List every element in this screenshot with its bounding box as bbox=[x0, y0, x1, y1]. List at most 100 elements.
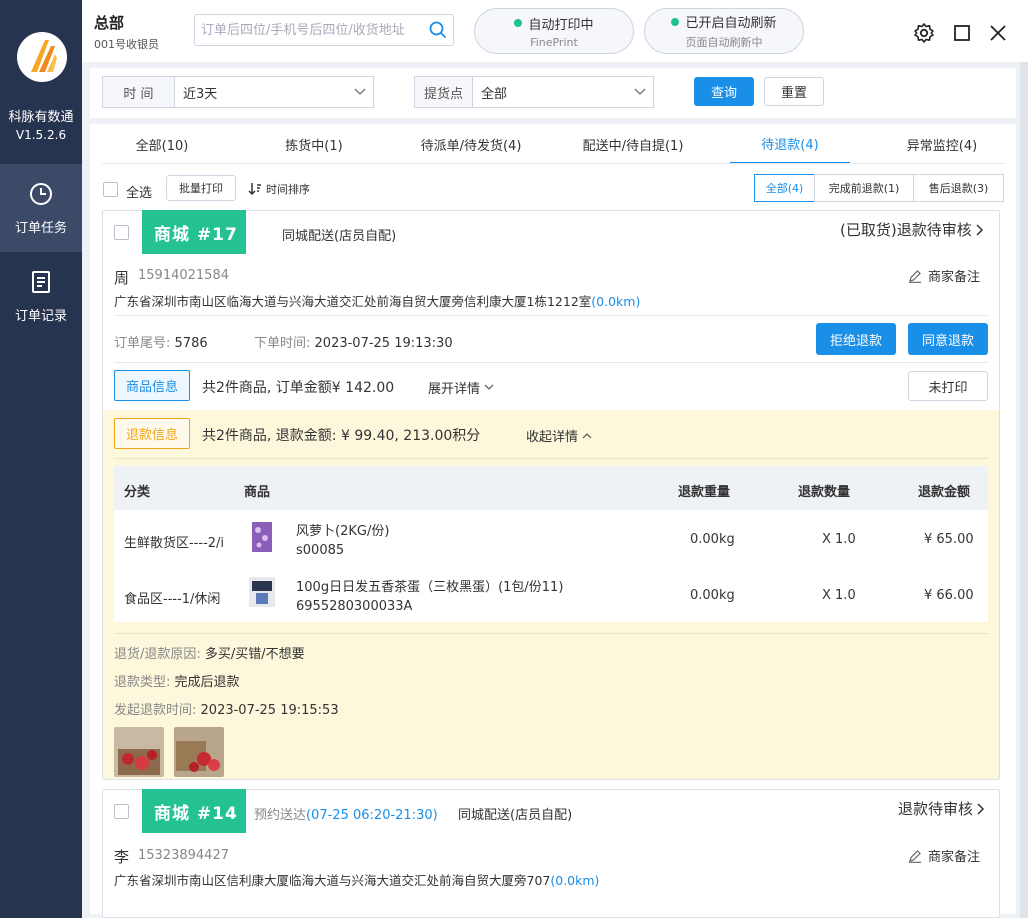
order-checkbox[interactable] bbox=[114, 804, 129, 819]
goods-info-tag: 商品信息 bbox=[114, 370, 190, 401]
customer-address: 广东省深圳市南山区信利康大厦临海大道与兴海大道交汇处前海自贸大厦旁707(0.0… bbox=[114, 870, 599, 889]
divider bbox=[114, 315, 988, 316]
product-image-icon bbox=[252, 522, 272, 552]
settings-button[interactable] bbox=[913, 22, 935, 44]
tab-delivering[interactable]: 配送中/待自提(1) bbox=[568, 124, 698, 164]
th-amount: 退款金额 bbox=[918, 485, 971, 500]
expand-details-button[interactable]: 展开详情 bbox=[428, 378, 494, 397]
refund-info-tag: 退款信息 bbox=[114, 418, 190, 449]
time-sort-button[interactable]: 时间排序 bbox=[248, 181, 310, 197]
merchant-note-label: 商家备注 bbox=[928, 270, 981, 285]
refund-summary: 共2件商品, 退款金额: ¥ 99.40, 213.00积分 bbox=[202, 428, 481, 444]
pickup-filter-label: 提货点 bbox=[415, 77, 473, 107]
merchant-note-button[interactable]: 商家备注 bbox=[908, 266, 980, 285]
tab-dispatch[interactable]: 待派单/待发货(4) bbox=[406, 124, 536, 164]
close-icon bbox=[990, 25, 1006, 41]
window-edge bbox=[1020, 62, 1028, 918]
order-badge: 商城 #14 bbox=[142, 789, 246, 833]
order-time-label: 下单时间: bbox=[254, 336, 311, 351]
auto-refresh-status[interactable]: 已开启自动刷新 页面自动刷新中 bbox=[644, 8, 804, 54]
order-status: (已取货)退款待审核 bbox=[840, 221, 972, 239]
refund-type-value: 完成后退款 bbox=[174, 675, 240, 690]
status-sub: 页面自动刷新中 bbox=[685, 36, 763, 49]
segment-before-complete[interactable]: 完成前退款(1) bbox=[814, 174, 914, 202]
row-amount: ¥ 65.00 bbox=[924, 532, 974, 547]
row-weight: 0.00kg bbox=[690, 532, 735, 547]
product-code: s00085 bbox=[296, 543, 345, 558]
refund-photo[interactable] bbox=[114, 727, 164, 777]
query-button[interactable]: 查询 bbox=[694, 77, 754, 106]
chevron-right-icon bbox=[977, 802, 985, 815]
nav-order-tasks[interactable]: 订单任务 bbox=[0, 164, 82, 252]
search-box bbox=[194, 14, 454, 46]
maximize-icon bbox=[954, 25, 970, 41]
tab-all[interactable]: 全部(10) bbox=[102, 124, 222, 164]
segment-all[interactable]: 全部(4) bbox=[754, 174, 815, 202]
status-dot-icon bbox=[514, 19, 523, 27]
order-tail-value: 5786 bbox=[174, 336, 208, 351]
document-icon bbox=[32, 270, 50, 293]
time-filter[interactable]: 时 间 近3天 bbox=[102, 76, 374, 108]
segment-after-sale[interactable]: 售后退款(3) bbox=[913, 174, 1004, 202]
refund-type-label: 退款类型: bbox=[114, 675, 171, 690]
distance: (0.0km) bbox=[550, 873, 600, 888]
order-checkbox[interactable] bbox=[114, 225, 129, 240]
chevron-down-icon bbox=[634, 88, 646, 95]
clock-icon bbox=[30, 182, 52, 205]
merchant-note-button[interactable]: 商家备注 bbox=[908, 846, 980, 865]
appointment-time: 预约送达(07-25 06:20-21:30) bbox=[254, 804, 438, 823]
pickup-filter[interactable]: 提货点 全部 bbox=[414, 76, 654, 108]
refund-time-label: 发起退款时间: bbox=[114, 703, 197, 718]
status-title: 自动打印中 bbox=[528, 17, 594, 33]
photo-image-icon bbox=[114, 727, 164, 777]
print-status-button[interactable]: 未打印 bbox=[908, 371, 988, 401]
customer-name: 周 bbox=[114, 269, 130, 287]
refund-table-body bbox=[114, 510, 988, 622]
app-name: 科脉有数通 bbox=[8, 110, 74, 125]
row-weight: 0.00kg bbox=[690, 588, 735, 603]
gear-icon bbox=[914, 23, 934, 43]
refund-photo[interactable] bbox=[174, 727, 224, 777]
reset-button[interactable]: 重置 bbox=[764, 77, 824, 106]
edit-icon bbox=[909, 269, 921, 283]
nav-label: 订单记录 bbox=[14, 308, 67, 324]
tab-picking[interactable]: 拣货中(1) bbox=[254, 124, 374, 164]
divider bbox=[114, 458, 988, 459]
divider bbox=[114, 633, 988, 634]
order-status-link[interactable]: 退款待审核 bbox=[898, 798, 985, 819]
status-sub: FinePrint bbox=[530, 35, 578, 49]
product-code: 6955280300033A bbox=[296, 599, 413, 614]
customer-phone: 15914021584 bbox=[138, 268, 229, 283]
row-qty: X 1.0 bbox=[822, 588, 856, 603]
order-status-link[interactable]: (已取货)退款待审核 bbox=[840, 219, 984, 240]
distance: (0.0km) bbox=[591, 294, 641, 309]
close-button[interactable] bbox=[987, 22, 1009, 44]
nav-order-records[interactable]: 订单记录 bbox=[0, 252, 82, 340]
customer-phone: 15323894427 bbox=[138, 848, 229, 863]
search-input[interactable] bbox=[201, 22, 429, 38]
auto-print-status[interactable]: 自动打印中 FinePrint bbox=[474, 8, 634, 54]
reject-refund-button[interactable]: 拒绝退款 bbox=[816, 323, 896, 355]
delivery-type: 同城配送(店员自配) bbox=[282, 229, 397, 244]
time-filter-label: 时 间 bbox=[103, 77, 175, 107]
tab-exception[interactable]: 异常监控(4) bbox=[882, 124, 1002, 164]
product-name: 100g日日发五香茶蛋（三枚黑蛋）(1包/份11) bbox=[296, 580, 564, 595]
time-filter-value: 近3天 bbox=[183, 86, 218, 102]
order-tail: 订单尾号: 5786 bbox=[114, 332, 208, 351]
address-text: 广东省深圳市南山区临海大道与兴海大道交汇处前海自贸大厦旁信利康大厦1栋1212室 bbox=[114, 294, 592, 309]
approve-refund-button[interactable]: 同意退款 bbox=[908, 323, 988, 355]
logo-icon bbox=[31, 40, 57, 72]
select-all-checkbox[interactable] bbox=[103, 182, 118, 197]
refund-reason-label: 退货/退款原因: bbox=[114, 647, 201, 662]
th-product: 商品 bbox=[244, 485, 271, 500]
collapse-details-button[interactable]: 收起详情 bbox=[526, 426, 592, 445]
maximize-button[interactable] bbox=[951, 22, 973, 44]
refund-time: 发起退款时间: 2023-07-25 19:15:53 bbox=[114, 699, 339, 718]
batch-print-button[interactable]: 批量打印 bbox=[166, 175, 236, 201]
product-thumbnail[interactable] bbox=[248, 575, 276, 609]
refund-type: 退款类型: 完成后退款 bbox=[114, 671, 240, 690]
product-thumbnail[interactable] bbox=[250, 520, 274, 554]
chevron-up-icon bbox=[582, 433, 592, 439]
tab-pending-refund[interactable]: 待退款(4) bbox=[730, 124, 850, 164]
search-icon[interactable] bbox=[429, 21, 447, 39]
